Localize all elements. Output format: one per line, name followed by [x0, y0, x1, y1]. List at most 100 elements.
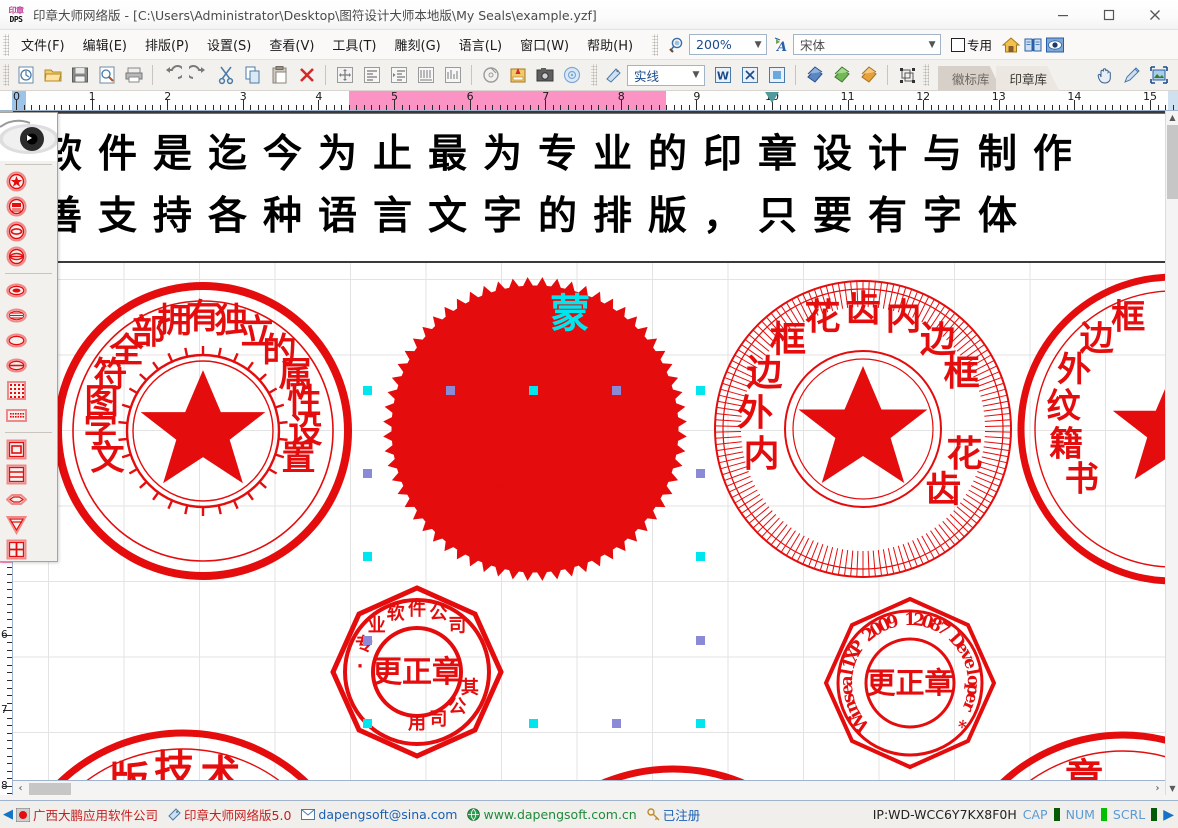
canvas-text-line-2[interactable]: 善支持各种语言文字的排版，只要有字体 — [43, 185, 1033, 241]
palette-oval-1[interactable] — [4, 278, 29, 303]
minimize-button[interactable] — [1040, 0, 1086, 30]
status-website[interactable]: www.dapengsoft.com.cn — [467, 807, 636, 822]
selection-handle-tc[interactable] — [529, 386, 538, 395]
palette-round-bar[interactable] — [4, 194, 29, 219]
menu-help[interactable]: 帮助(H) — [578, 31, 642, 58]
pan-hand-icon[interactable] — [1091, 63, 1118, 88]
palette-diamond[interactable] — [4, 487, 29, 512]
insert-seal-button[interactable] — [504, 63, 531, 88]
menu-engrave[interactable]: 雕刻(G) — [386, 31, 450, 58]
selection-handle-bc[interactable] — [529, 719, 538, 728]
close-button[interactable] — [1132, 0, 1178, 30]
palette-triangle[interactable] — [4, 512, 29, 537]
status-next-arrow[interactable]: ▶ — [1163, 807, 1174, 823]
tab-seal-library[interactable]: 印章库 — [996, 66, 1060, 91]
design-canvas[interactable]: 文 字 图 符 全 部 拥 有 独 立 的 属 性 设 置 — [13, 111, 1165, 795]
print-button[interactable] — [120, 63, 147, 88]
menu-tools[interactable]: 工具(T) — [323, 31, 385, 58]
zoom-toolbar-grip[interactable] — [652, 34, 658, 56]
word-import-button[interactable]: W — [709, 63, 736, 88]
status-registration[interactable]: 已注册 — [647, 805, 701, 824]
maximize-button[interactable] — [1086, 0, 1132, 30]
horizontal-ruler[interactable]: 0123456789101112131415 — [12, 91, 1178, 111]
line-style-icon[interactable] — [600, 63, 627, 88]
chevron-down-icon[interactable]: ▼ — [924, 35, 940, 54]
selection-handle-br[interactable] — [696, 719, 705, 728]
status-product[interactable]: 印章大师网络版5.0 — [168, 805, 291, 824]
tab-logo-library[interactable]: 徽标库 — [938, 66, 1002, 91]
palette-group-round[interactable] — [0, 168, 57, 270]
group-objects-button[interactable] — [893, 63, 920, 88]
open-file-button[interactable] — [39, 63, 66, 88]
canvas-vertical-scrollbar[interactable]: ▲ ▼ — [1165, 111, 1178, 795]
print-preview-button[interactable] — [93, 63, 120, 88]
layer-blue-button[interactable] — [801, 63, 828, 88]
ppt-import-button[interactable] — [763, 63, 790, 88]
magnifier-icon[interactable] — [667, 34, 689, 56]
ruler-position-marker[interactable] — [765, 92, 779, 103]
fit-page-button[interactable] — [331, 63, 358, 88]
menu-settings[interactable]: 设置(S) — [198, 31, 260, 58]
excel-import-button[interactable] — [736, 63, 763, 88]
status-company[interactable]: 广西大鹏应用软件公司 — [16, 805, 158, 824]
scroll-left-button[interactable]: ‹ — [14, 782, 27, 795]
selection-handle-b2[interactable] — [612, 719, 621, 728]
text-band[interactable]: 软件是迄今为止最为专业的印章设计与制作 善支持各种语言文字的排版，只要有字体 — [13, 111, 1165, 263]
selection-handle-bl[interactable] — [363, 719, 372, 728]
palette-oval-hatch[interactable] — [4, 303, 29, 328]
home-icon[interactable] — [1000, 34, 1022, 56]
font-style-icon[interactable]: A — [771, 34, 793, 56]
palette-group-oval[interactable] — [0, 277, 57, 429]
selection-handle-tl[interactable] — [363, 386, 372, 395]
selection-handle-mr[interactable] — [696, 552, 705, 561]
palette-grid-wide[interactable] — [4, 403, 29, 428]
selection-handle-l2[interactable] — [363, 636, 372, 645]
palette-rect-quad[interactable] — [4, 537, 29, 562]
palette-grid-square[interactable] — [4, 378, 29, 403]
scroll-up-button[interactable]: ▲ — [1166, 111, 1178, 124]
undo-button[interactable] — [158, 63, 185, 88]
fit-image-icon[interactable] — [1145, 63, 1172, 88]
library-toolbar-grip[interactable] — [923, 64, 929, 86]
scroll-right-button[interactable]: › — [1151, 782, 1164, 795]
menu-file[interactable]: 文件(F) — [12, 31, 74, 58]
palette-round-star[interactable] — [4, 169, 29, 194]
align-left-button[interactable] — [358, 63, 385, 88]
delete-button[interactable] — [293, 63, 320, 88]
selection-handle-r2[interactable] — [696, 636, 705, 645]
selection-handle-ml[interactable] — [363, 552, 372, 561]
capture-button[interactable] — [531, 63, 558, 88]
font-combo[interactable]: 宋体 ▼ — [793, 34, 941, 55]
chevron-down-icon[interactable]: ▼ — [688, 66, 704, 85]
layer-green-button[interactable] — [828, 63, 855, 88]
chevron-down-icon[interactable]: ▼ — [750, 35, 766, 54]
distribute-h-button[interactable] — [412, 63, 439, 88]
distribute-v-button[interactable] — [439, 63, 466, 88]
menu-view[interactable]: 查看(V) — [260, 31, 323, 58]
selection-handle-t1[interactable] — [446, 386, 455, 395]
canvas-horizontal-scrollbar[interactable]: ‹ › — [13, 780, 1165, 795]
palette-round-line[interactable] — [4, 244, 29, 269]
toolbar-grip[interactable] — [3, 64, 9, 86]
palette-round-oval[interactable] — [4, 219, 29, 244]
status-prev-arrow[interactable]: ◀ — [0, 807, 16, 822]
save-button[interactable] — [66, 63, 93, 88]
menu-edit[interactable]: 编辑(E) — [74, 31, 136, 58]
cut-button[interactable] — [212, 63, 239, 88]
canvas-text-line-1[interactable]: 软件是迄今为止最为专业的印章设计与制作 — [43, 123, 1088, 179]
new-file-button[interactable] — [12, 63, 39, 88]
palette-rect-rows[interactable] — [4, 462, 29, 487]
menu-grip[interactable] — [3, 34, 9, 56]
copy-button[interactable] — [239, 63, 266, 88]
redo-button[interactable] — [185, 63, 212, 88]
palette-oval-4[interactable] — [4, 353, 29, 378]
line-style-combo[interactable]: 实线 ▼ — [627, 65, 705, 86]
menu-language[interactable]: 语言(L) — [450, 31, 511, 58]
palette-rect-1[interactable] — [4, 437, 29, 462]
layer-orange-button[interactable] — [855, 63, 882, 88]
menu-layout[interactable]: 排版(P) — [136, 31, 198, 58]
selection-handle-l1[interactable] — [363, 469, 372, 478]
engrave-button[interactable] — [558, 63, 585, 88]
palette-group-rect[interactable] — [0, 436, 57, 562]
selection-handle-tr[interactable] — [696, 386, 705, 395]
